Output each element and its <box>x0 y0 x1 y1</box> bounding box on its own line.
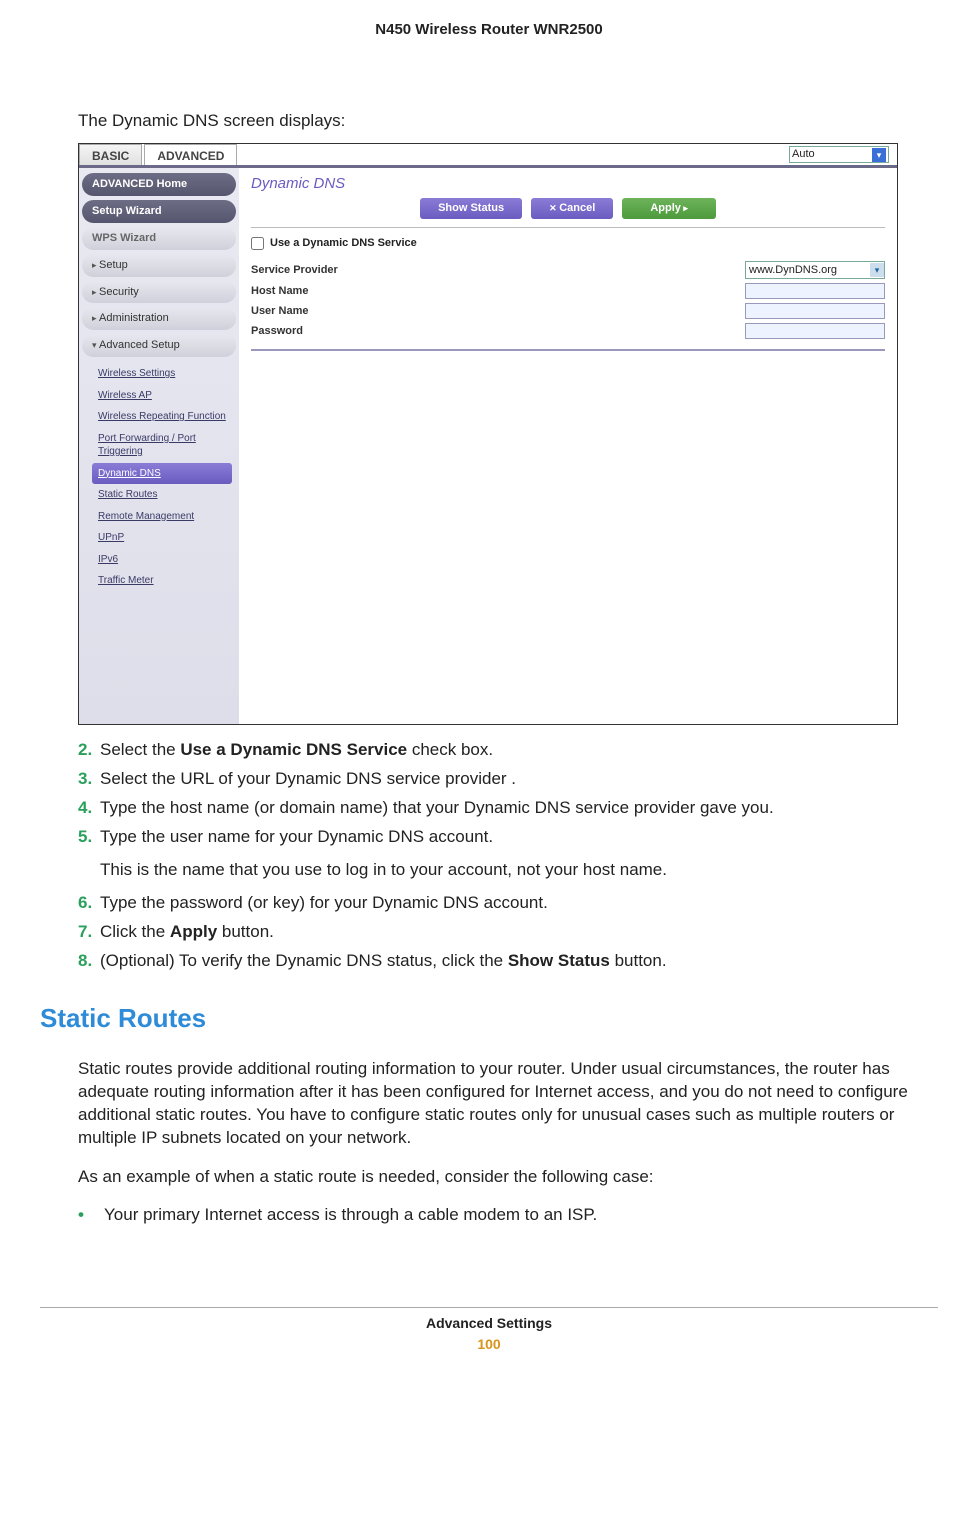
step-number: 7. <box>78 921 100 944</box>
tab-bar: BASIC ADVANCED <box>79 144 897 168</box>
step-text: Type the user name for your Dynamic DNS … <box>100 827 493 846</box>
step-text: Type the host name (or domain name) that… <box>100 797 938 820</box>
sidebar-item-wps-wizard[interactable]: WPS Wizard <box>82 227 236 250</box>
step-bold: Show Status <box>508 951 610 970</box>
cancel-button[interactable]: Cancel <box>531 198 613 219</box>
sidebar-item-security[interactable]: Security <box>82 281 236 304</box>
step-text: Select the URL of your Dynamic DNS servi… <box>100 768 938 791</box>
username-label: User Name <box>251 304 745 319</box>
paragraph: Static routes provide additional routing… <box>78 1058 938 1150</box>
chevron-down-icon: ▾ <box>870 263 884 277</box>
step-number: 6. <box>78 892 100 915</box>
step-8: 8. (Optional) To verify the Dynamic DNS … <box>78 950 938 973</box>
bullet-item: • Your primary Internet access is throug… <box>78 1204 938 1227</box>
use-ddns-checkbox[interactable] <box>251 237 264 250</box>
sidebar-sub-wireless[interactable]: Wireless Settings <box>98 363 236 385</box>
apply-button[interactable]: Apply <box>622 198 716 219</box>
step-subtext: This is the name that you use to log in … <box>100 859 938 882</box>
sidebar-sub-remote[interactable]: Remote Management <box>98 506 236 528</box>
sidebar-sub-repeating[interactable]: Wireless Repeating Function <box>98 406 236 428</box>
password-input[interactable] <box>745 323 885 339</box>
step-number: 4. <box>78 797 100 820</box>
step-number: 3. <box>78 768 100 791</box>
page-title: Dynamic DNS <box>251 174 885 194</box>
bullet-text: Your primary Internet access is through … <box>104 1204 597 1227</box>
step-number: 8. <box>78 950 100 973</box>
paragraph: As an example of when a static route is … <box>78 1166 938 1189</box>
bullet-icon: • <box>78 1204 104 1227</box>
provider-label: Service Provider <box>251 263 745 278</box>
intro-text: The Dynamic DNS screen displays: <box>78 110 938 133</box>
sidebar-item-advanced-home[interactable]: ADVANCED Home <box>82 173 236 196</box>
password-label: Password <box>251 324 745 339</box>
step-6: 6. Type the password (or key) for your D… <box>78 892 938 915</box>
hostname-input[interactable] <box>745 283 885 299</box>
show-status-button[interactable]: Show Status <box>420 198 522 219</box>
step-text: Type the password (or key) for your Dyna… <box>100 892 938 915</box>
divider <box>251 227 885 228</box>
sidebar-sub-static[interactable]: Static Routes <box>98 484 236 506</box>
step-7: 7. Click the Apply button. <box>78 921 938 944</box>
section-heading: Static Routes <box>40 1001 938 1036</box>
use-ddns-label: Use a Dynamic DNS Service <box>270 236 417 251</box>
sidebar-item-setup-wizard[interactable]: Setup Wizard <box>82 200 236 223</box>
sidebar-sub-traffic[interactable]: Traffic Meter <box>98 570 236 592</box>
step-number: 2. <box>78 739 100 762</box>
tab-basic[interactable]: BASIC <box>79 144 142 165</box>
step-text: button. <box>217 922 274 941</box>
divider <box>251 349 885 351</box>
auto-dropdown-label: Auto <box>792 147 815 162</box>
doc-header: N450 Wireless Router WNR2500 <box>40 20 938 40</box>
step-bold: Apply <box>170 922 217 941</box>
page-footer: Advanced Settings 100 <box>40 1307 938 1354</box>
sidebar-sub-upnp[interactable]: UPnP <box>98 527 236 549</box>
sidebar-sub-ipv6[interactable]: IPv6 <box>98 549 236 571</box>
content-pane: Dynamic DNS Show Status Cancel Apply Use… <box>239 168 897 724</box>
auto-dropdown[interactable]: Auto ▾ <box>789 146 889 163</box>
step-3: 3. Select the URL of your Dynamic DNS se… <box>78 768 938 791</box>
step-bold: Use a Dynamic DNS Service <box>180 740 407 759</box>
step-text: Select the <box>100 740 180 759</box>
sidebar-item-administration[interactable]: Administration <box>82 307 236 330</box>
router-screenshot: BASIC ADVANCED Auto ▾ ADVANCED Home Setu… <box>78 143 898 725</box>
sidebar-sub-wireless-ap[interactable]: Wireless AP <box>98 385 236 407</box>
step-number: 5. <box>78 826 100 882</box>
provider-select[interactable]: www.DynDNS.org ▾ <box>745 261 885 279</box>
provider-value: www.DynDNS.org <box>749 263 837 278</box>
footer-section: Advanced Settings <box>40 1314 938 1333</box>
button-row: Show Status Cancel Apply <box>251 198 885 219</box>
step-text: Click the <box>100 922 170 941</box>
step-2: 2. Select the Use a Dynamic DNS Service … <box>78 739 938 762</box>
page-number: 100 <box>40 1335 938 1354</box>
step-text: button. <box>610 951 667 970</box>
sidebar-item-advanced-setup[interactable]: Advanced Setup <box>82 334 236 357</box>
sidebar-submenu: Wireless Settings Wireless AP Wireless R… <box>82 361 236 594</box>
username-input[interactable] <box>745 303 885 319</box>
step-text: (Optional) To verify the Dynamic DNS sta… <box>100 951 508 970</box>
hostname-label: Host Name <box>251 284 745 299</box>
step-4: 4. Type the host name (or domain name) t… <box>78 797 938 820</box>
sidebar: ADVANCED Home Setup Wizard WPS Wizard Se… <box>79 168 239 724</box>
chevron-down-icon: ▾ <box>872 148 886 162</box>
step-5: 5. Type the user name for your Dynamic D… <box>78 826 938 882</box>
sidebar-sub-ddns[interactable]: Dynamic DNS <box>92 463 232 485</box>
sidebar-item-setup[interactable]: Setup <box>82 254 236 277</box>
tab-advanced[interactable]: ADVANCED <box>144 144 237 165</box>
step-text: check box. <box>407 740 493 759</box>
sidebar-sub-portfw[interactable]: Port Forwarding / Port Triggering <box>98 428 236 463</box>
